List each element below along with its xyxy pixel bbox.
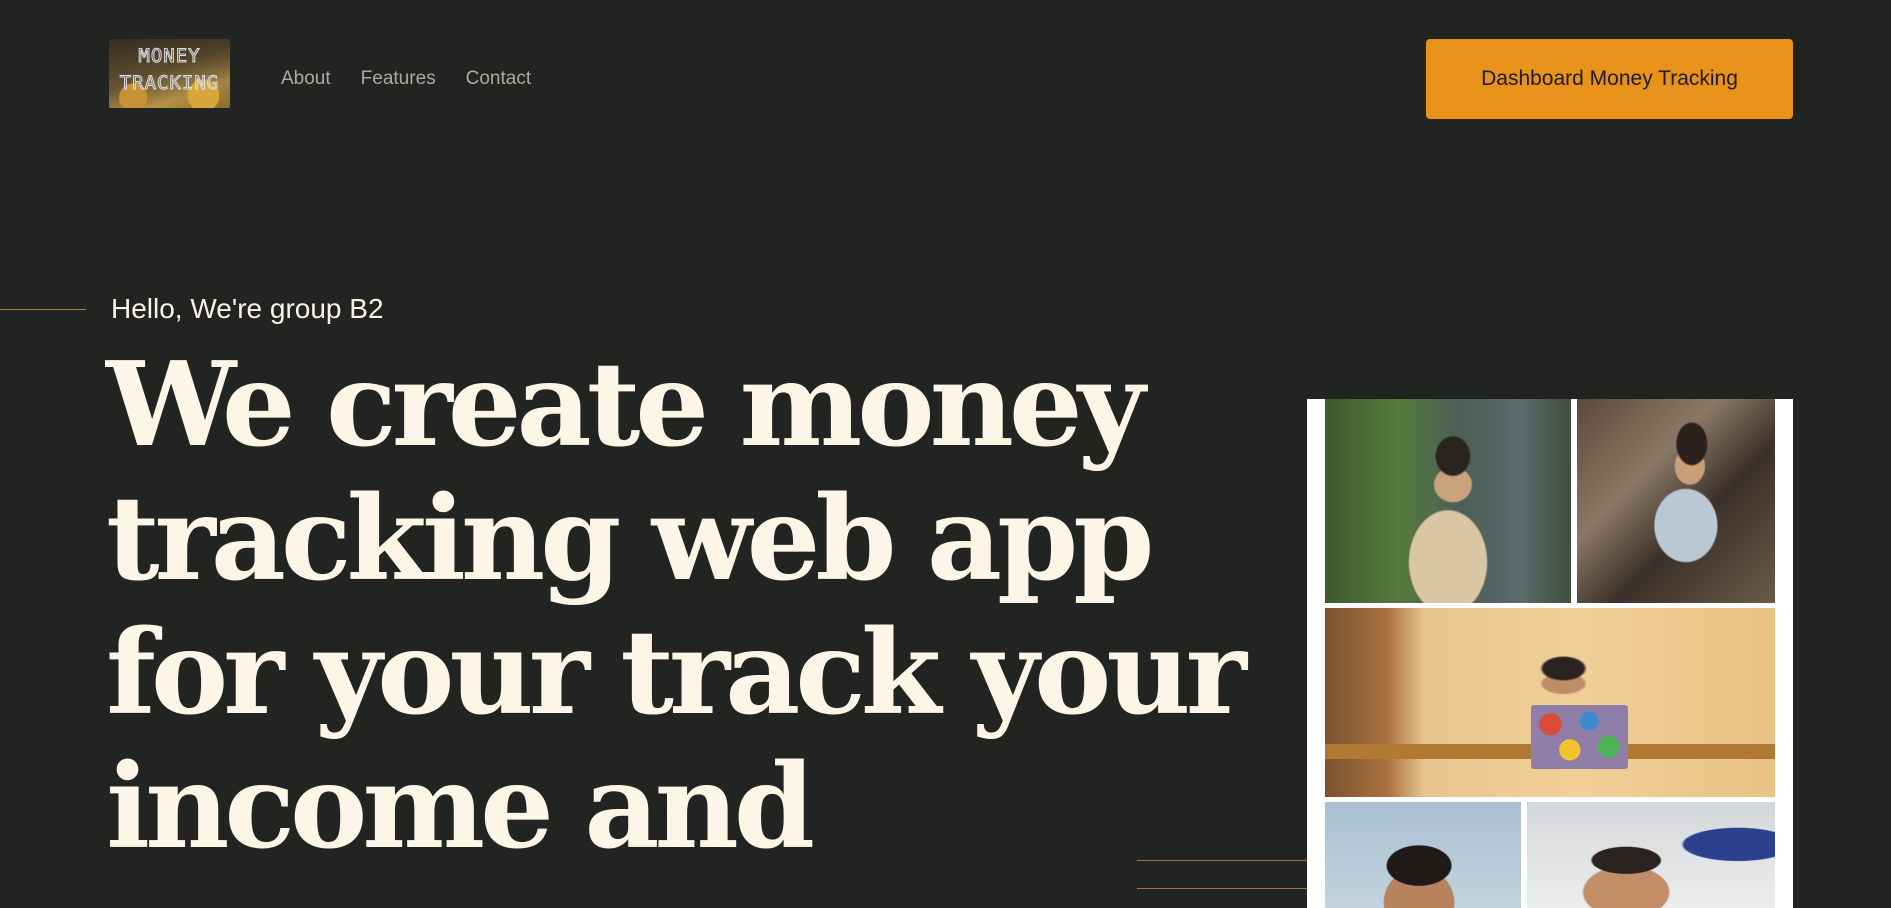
- team-photo-3: [1325, 608, 1775, 797]
- hero-title-line: We create money: [106, 337, 1145, 473]
- hero-title-line: income and: [106, 739, 815, 875]
- logo[interactable]: MONEY TRACKING: [109, 39, 230, 108]
- hero-title-line: tracking web app: [106, 471, 1154, 607]
- team-photo-4: [1325, 802, 1521, 908]
- team-photo-collage: [1307, 399, 1793, 908]
- team-photo-2: [1577, 399, 1775, 603]
- logo-text-line2: TRACKING: [119, 72, 220, 95]
- logo-text: MONEY TRACKING: [109, 43, 230, 97]
- main-nav: About Features Contact: [281, 68, 531, 90]
- hero-greeting: Hello, We're group B2: [111, 293, 384, 324]
- hero-title: We create money tracking web app for you…: [106, 338, 1326, 874]
- hero-accent-line: [0, 309, 86, 310]
- laptop-with-stickers: [1531, 705, 1628, 769]
- nav-about-link[interactable]: About: [281, 68, 331, 90]
- nav-features-link[interactable]: Features: [361, 68, 436, 90]
- hero-title-line: for your track your: [106, 605, 1247, 741]
- dashboard-button[interactable]: Dashboard Money Tracking: [1426, 39, 1793, 119]
- team-photo-1: [1325, 399, 1571, 603]
- team-photo-5: [1527, 802, 1775, 908]
- decorative-line: [1137, 860, 1307, 861]
- logo-text-line1: MONEY: [138, 45, 201, 68]
- decorative-line: [1137, 888, 1307, 889]
- nav-contact-link[interactable]: Contact: [466, 68, 531, 90]
